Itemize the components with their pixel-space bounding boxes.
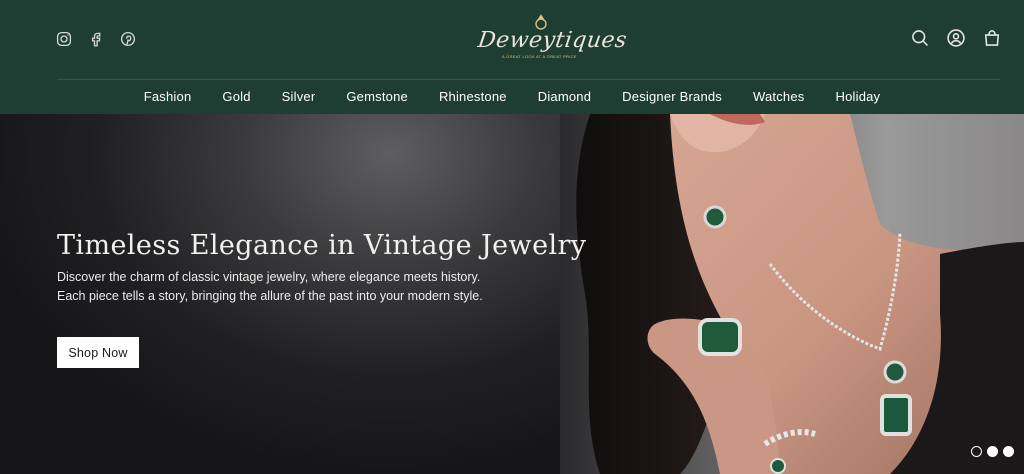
cart-icon xyxy=(984,30,1000,46)
nav-item-gold[interactable]: Gold xyxy=(207,88,266,106)
nav-item-rhinestone[interactable]: Rhinestone xyxy=(423,88,522,106)
site-header: Deweytiques A great look at a great pric… xyxy=(0,0,1024,114)
facebook-icon xyxy=(91,32,101,47)
facebook-link[interactable] xyxy=(87,30,105,48)
nav-item-fashion[interactable]: Fashion xyxy=(128,88,207,106)
instagram-icon xyxy=(56,31,72,47)
slide-dot-3[interactable] xyxy=(1003,446,1014,457)
slide-dot-2[interactable] xyxy=(987,446,998,457)
social-links xyxy=(55,30,137,48)
hero-title: Timeless Elegance in Vintage Jewelry xyxy=(57,230,587,261)
cart-button[interactable] xyxy=(982,28,1002,48)
nav-item-silver[interactable]: Silver xyxy=(266,88,331,106)
search-button[interactable] xyxy=(910,28,930,48)
instagram-link[interactable] xyxy=(55,30,73,48)
nav-item-designer-brands[interactable]: Designer Brands xyxy=(607,88,738,106)
shop-now-button[interactable]: Shop Now xyxy=(57,337,139,368)
hero-description: Discover the charm of classic vintage je… xyxy=(57,270,483,303)
nav-item-watches[interactable]: Watches xyxy=(738,88,821,106)
site-logo[interactable]: Deweytiques A great look at a great pric… xyxy=(474,14,629,66)
nav-item-diamond[interactable]: Diamond xyxy=(522,88,606,106)
header-utilities xyxy=(910,28,1002,48)
search-icon xyxy=(912,30,929,47)
header-divider xyxy=(57,79,1000,80)
hero-model-photo xyxy=(576,114,1024,474)
hero-banner: Timeless Elegance in Vintage Jewelry Dis… xyxy=(0,114,1024,474)
account-icon xyxy=(947,29,965,47)
nav-item-holiday[interactable]: Holiday xyxy=(820,88,896,106)
pinterest-link[interactable] xyxy=(119,30,137,48)
logo-tagline: A great look at a great price xyxy=(502,54,577,59)
main-navigation: Fashion Gold Silver Gemstone Rhinestone … xyxy=(0,88,1024,106)
slide-dot-1[interactable] xyxy=(971,446,982,457)
pinterest-icon xyxy=(120,31,136,47)
nav-item-gemstone[interactable]: Gemstone xyxy=(331,88,424,106)
logo-wordmark: Deweytiques xyxy=(476,28,629,53)
slide-pagination xyxy=(971,446,1014,457)
account-button[interactable] xyxy=(946,28,966,48)
